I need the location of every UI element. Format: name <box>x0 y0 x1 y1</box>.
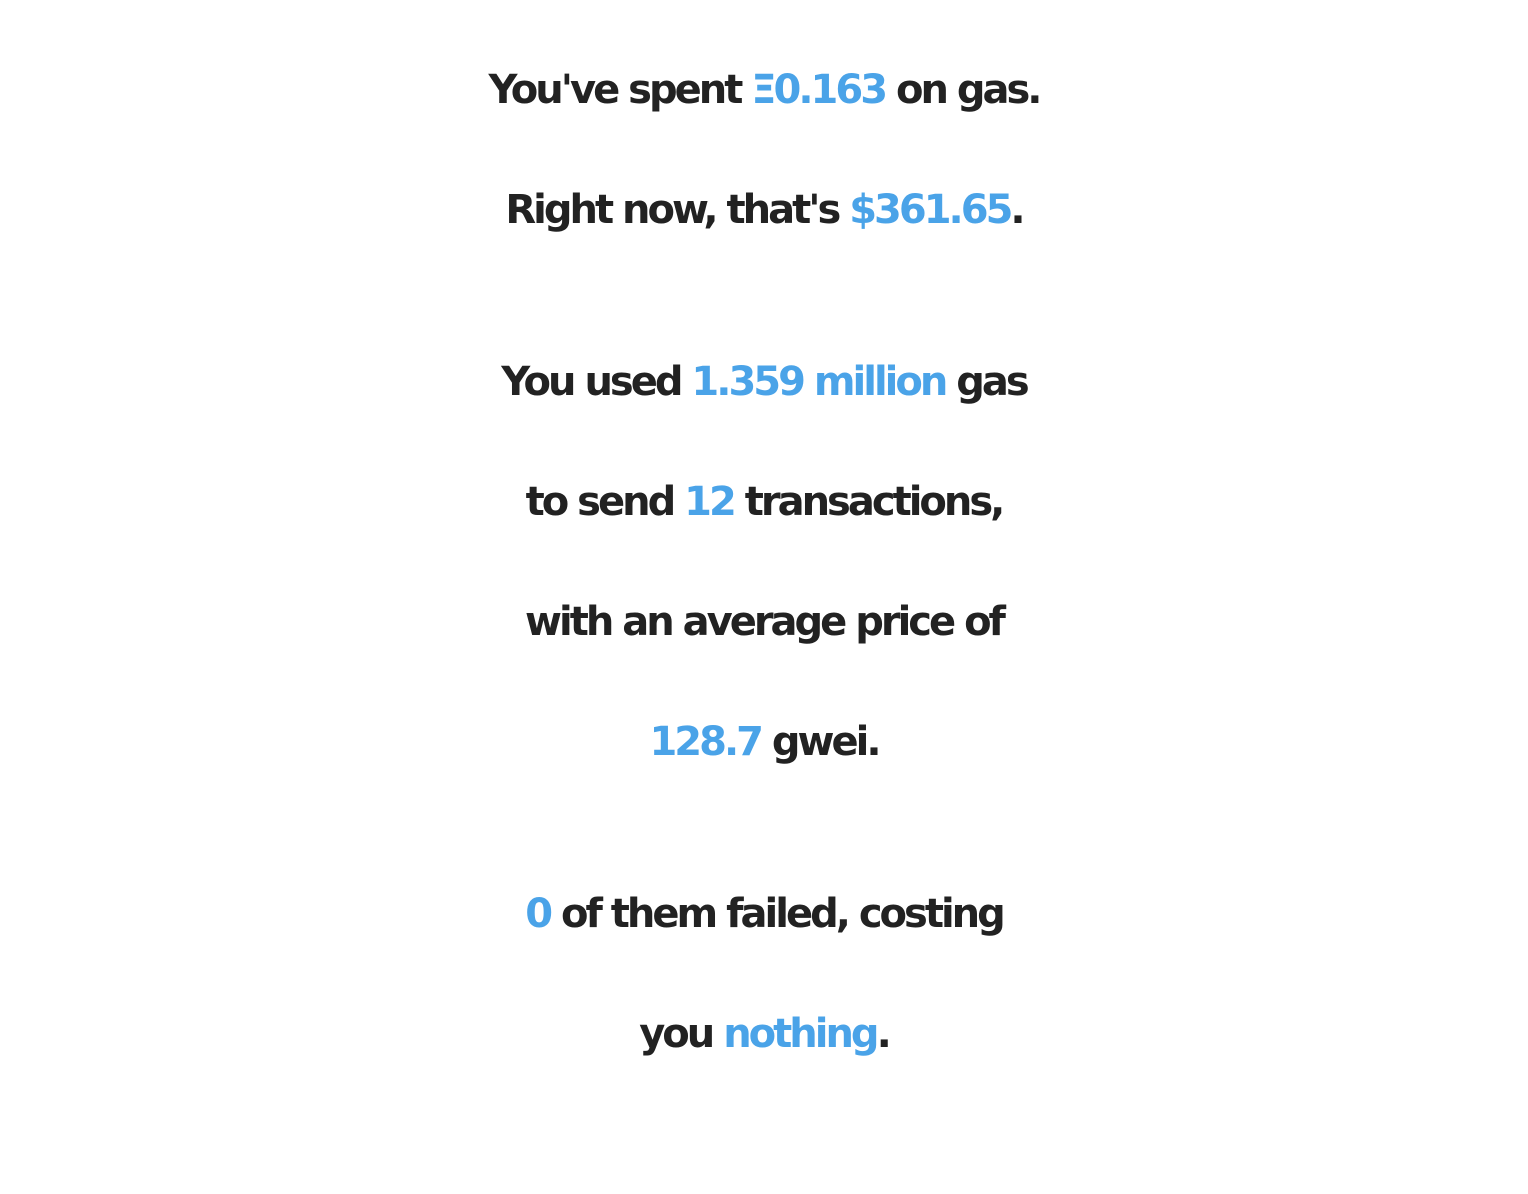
spent-suffix: on gas. <box>885 67 1043 113</box>
failed-cost-prefix: you <box>639 1011 724 1057</box>
usage-paragraph: You used 1.359 million gas to send 12 tr… <box>0 322 1528 802</box>
failed-count-value: 0 <box>525 891 553 937</box>
avg-price-label-line: with an average price of <box>525 599 1006 645</box>
failed-cost-line: you nothing. <box>0 974 1528 1094</box>
gas-used-value: 1.359 million <box>691 359 948 405</box>
failed-cost-value: nothing <box>723 1011 879 1057</box>
avg-price-line: 128.7 gwei. <box>0 682 1528 802</box>
tx-count-prefix: to send <box>525 479 685 525</box>
failed-cost-suffix: . <box>876 1011 892 1057</box>
tx-count-suffix: transactions, <box>733 479 1006 525</box>
usd-line: Right now, that's $361.65. <box>0 150 1528 270</box>
gas-summary: You've spent Ξ0.163 on gas. Right now, t… <box>0 0 1528 1094</box>
gas-used-prefix: You used <box>501 359 692 405</box>
tx-count-value: 12 <box>684 479 737 525</box>
eth-spent-value: Ξ0.163 <box>751 67 888 113</box>
failed-count-line: 0 of them failed, costing <box>0 854 1528 974</box>
gas-used-suffix: gas <box>945 359 1029 405</box>
failed-count-suffix: of them failed, costing <box>550 891 1006 937</box>
usd-suffix: . <box>1010 187 1025 233</box>
usd-prefix: Right now, that's <box>505 187 850 233</box>
avg-price-value: 128.7 <box>649 719 764 765</box>
tx-count-line: to send 12 transactions, <box>0 442 1528 562</box>
gas-used-line: You used 1.359 million gas <box>0 322 1528 442</box>
failed-paragraph: 0 of them failed, costing you nothing. <box>0 854 1528 1094</box>
spent-paragraph: You've spent Ξ0.163 on gas. Right now, t… <box>0 0 1528 270</box>
usd-value: $361.65 <box>849 187 1013 233</box>
spent-prefix: You've spent <box>488 67 752 113</box>
spent-line: You've spent Ξ0.163 on gas. <box>0 30 1528 150</box>
avg-price-suffix: gwei. <box>760 719 882 765</box>
